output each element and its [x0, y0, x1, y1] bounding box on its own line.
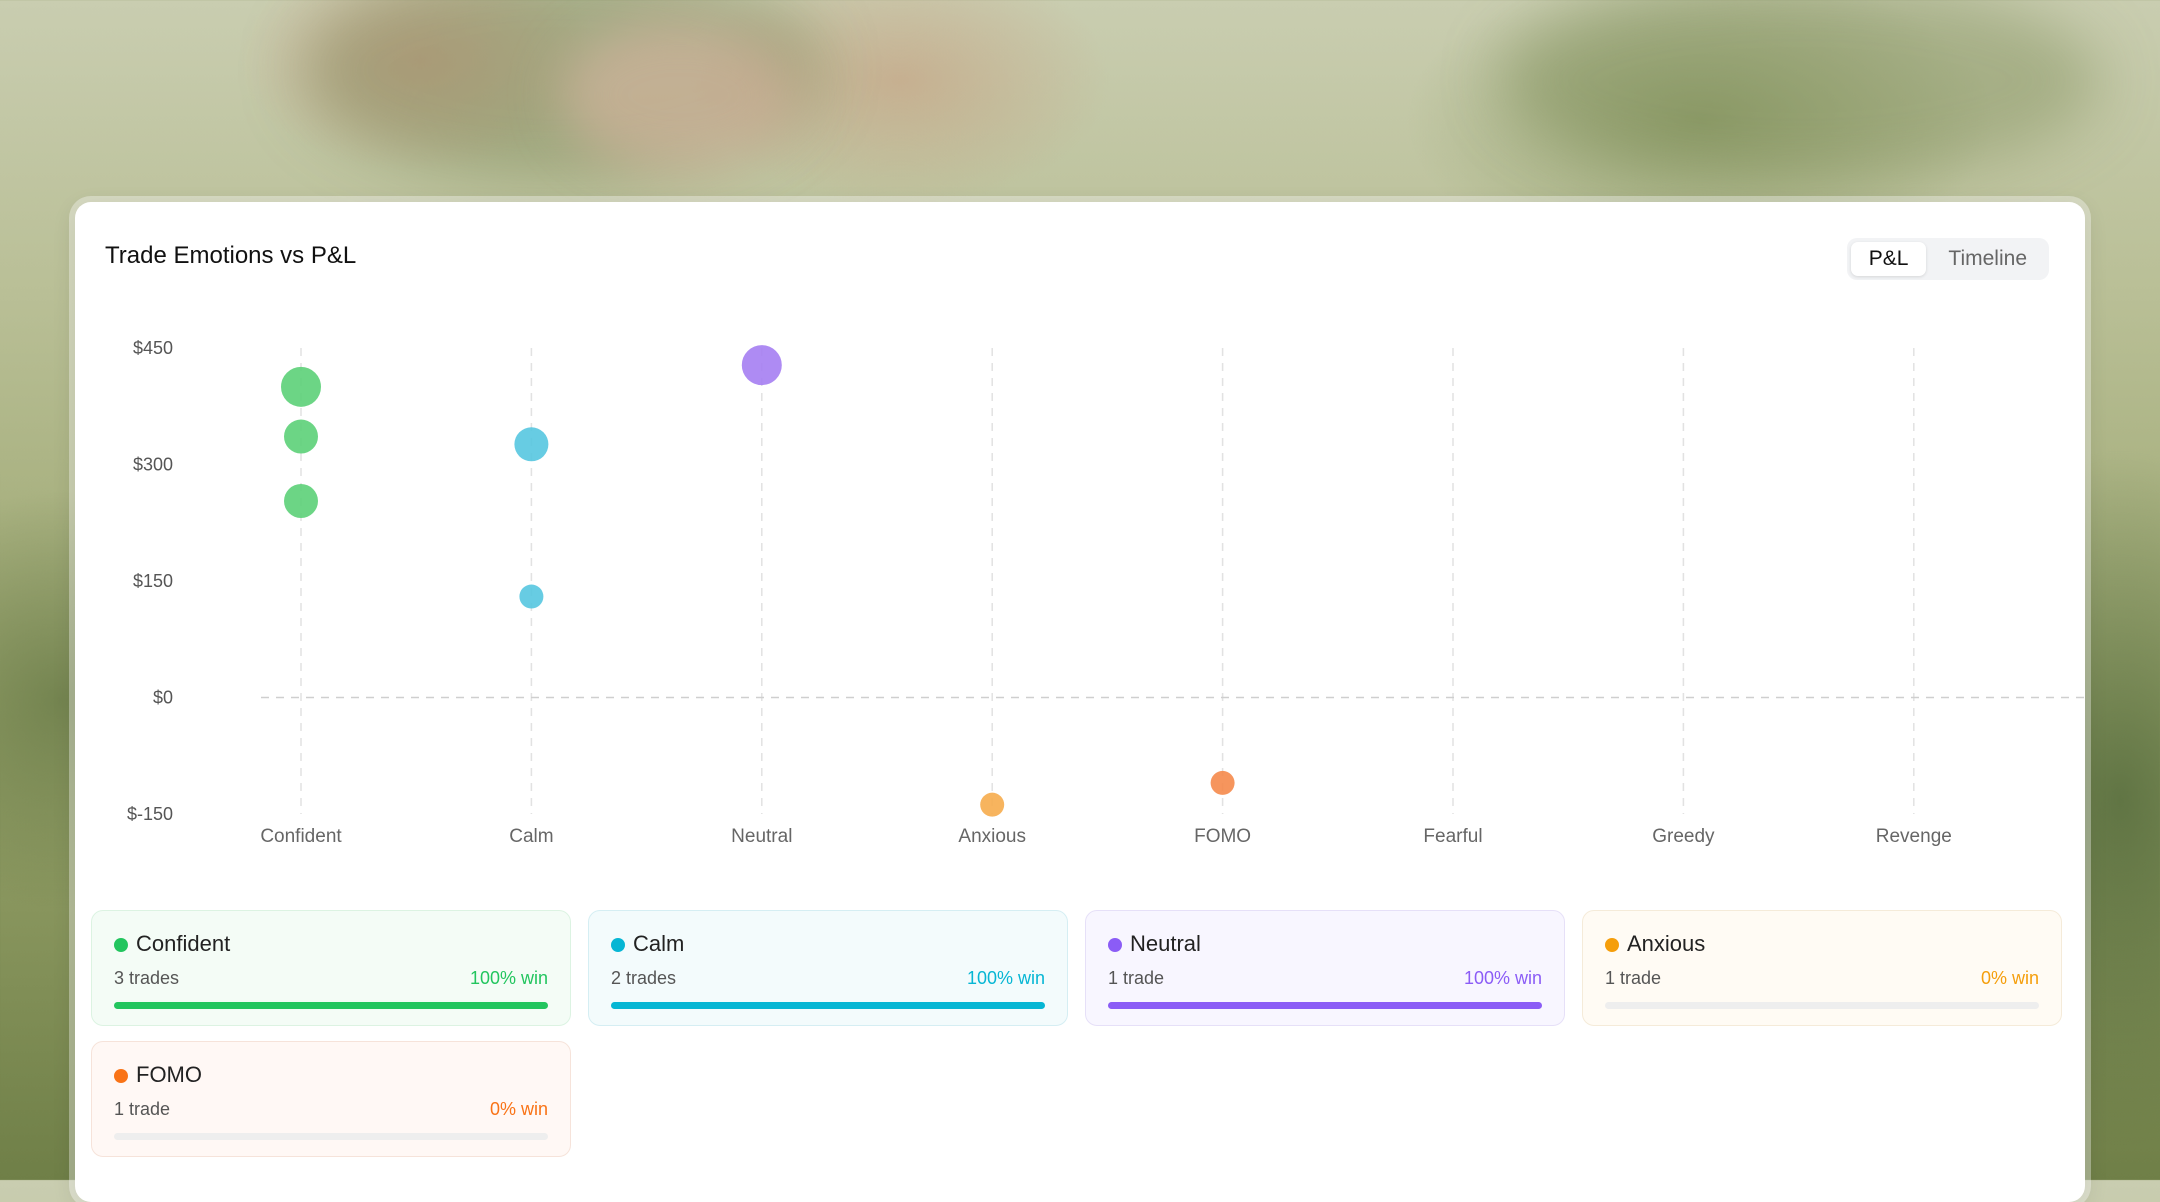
x-tick-label-anxious: Anxious	[958, 826, 1026, 847]
data-point-calm	[514, 427, 549, 462]
x-tick-label-neutral: Neutral	[731, 826, 792, 847]
trade-count: 1 trade	[1108, 968, 1165, 988]
emotion-color-dot	[114, 938, 128, 952]
data-point-anxious	[980, 792, 1005, 817]
win-rate-bar	[1108, 1002, 1542, 1009]
x-tick-label-confident: Confident	[260, 826, 342, 847]
emotion-name: Anxious	[1627, 931, 1706, 956]
win-rate-bar	[1605, 1002, 2039, 1009]
emotion-scatter-chart: $450 $300 $150 $0 $-150 Confident Calm Neutral A…	[127, 338, 2085, 847]
x-tick-label-greedy: Greedy	[1652, 826, 1715, 847]
trade-count: 1 trade	[1605, 968, 1662, 988]
emotion-name: Confident	[136, 931, 231, 956]
y-tick-label: $300	[133, 455, 173, 475]
emotion-stat-card-calm: Calm 2 trades 100% win	[588, 910, 1068, 1026]
background-foliage	[1500, 0, 2100, 180]
emotion-color-dot	[1605, 938, 1619, 952]
emotion-name: Calm	[633, 931, 685, 956]
trade-count: 1 trade	[114, 1099, 171, 1119]
background-foliage	[300, 0, 820, 180]
emotion-name: Neutral	[1130, 931, 1201, 956]
win-rate: 100% win	[966, 968, 1045, 988]
emotion-color-dot	[114, 1069, 128, 1083]
data-point-confident	[284, 419, 318, 454]
emotion-color-dot	[1108, 938, 1122, 952]
data-point-calm	[519, 584, 544, 609]
x-tick-label-fomo: FOMO	[1194, 826, 1251, 847]
x-tick-label-calm: Calm	[509, 826, 553, 847]
trade-count: 2 trades	[611, 968, 677, 988]
win-rate-bar	[611, 1002, 1045, 1009]
trade-count: 3 trades	[114, 968, 180, 988]
x-tick-label-revenge: Revenge	[1876, 826, 1952, 847]
y-tick-label: $0	[153, 688, 173, 708]
emotion-stat-card-neutral: Neutral 1 trade 100% win	[1085, 910, 1565, 1026]
win-rate-bar	[114, 1002, 548, 1009]
emotion-color-dot	[611, 938, 625, 952]
win-rate-bar-fill	[1108, 1002, 1542, 1009]
data-point-fomo	[1210, 770, 1235, 795]
background-blossom	[560, 20, 800, 170]
emotion-name: FOMO	[136, 1062, 202, 1087]
win-rate: 0% win	[489, 1099, 548, 1119]
y-tick-label: $450	[133, 338, 173, 358]
emotions-card: Trade Emotions vs P&L P&L Timeline $450 $…	[75, 202, 2085, 1202]
data-point-confident	[281, 366, 321, 407]
emotion-stat-card-confident: Confident 3 trades 100% win	[91, 910, 571, 1026]
y-tick-label: $150	[133, 571, 173, 591]
y-tick-label: $-150	[127, 804, 173, 824]
data-point-neutral	[741, 345, 782, 386]
win-rate-bar	[114, 1133, 548, 1140]
win-rate-bar-fill	[611, 1002, 1045, 1009]
x-tick-label-fearful: Fearful	[1423, 826, 1482, 847]
emotion-stat-card-anxious: Anxious 1 trade 0% win	[1582, 910, 2062, 1026]
data-point-confident	[284, 484, 318, 519]
win-rate: 100% win	[1463, 968, 1542, 988]
win-rate-bar-fill	[114, 1002, 548, 1009]
emotion-stat-card-fomo: FOMO 1 trade 0% win	[91, 1041, 571, 1157]
win-rate: 100% win	[469, 968, 548, 988]
win-rate: 0% win	[1980, 968, 2039, 988]
